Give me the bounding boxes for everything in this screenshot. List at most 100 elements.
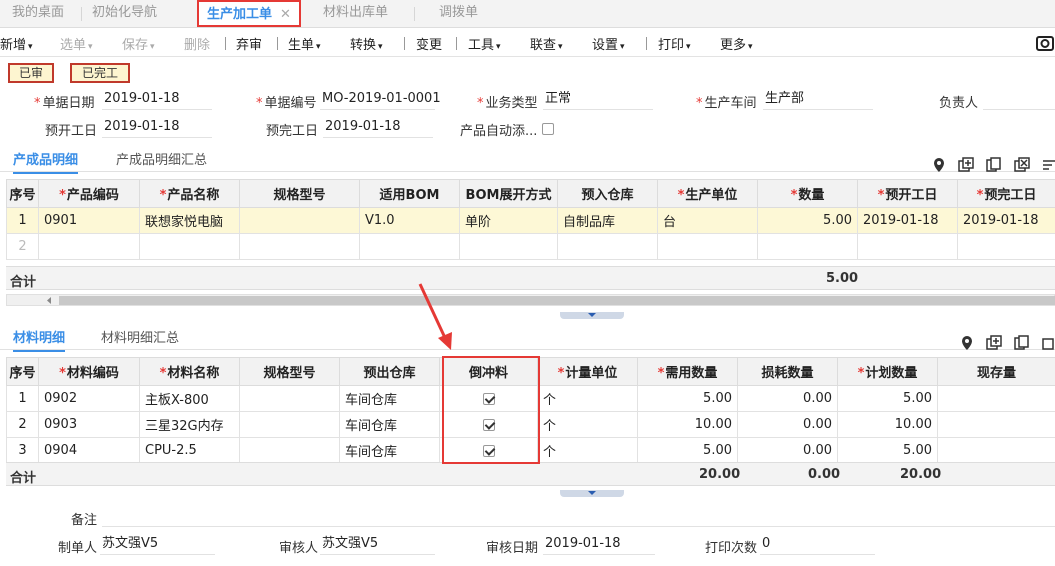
- table-row[interactable]: 1 0902 主板X-800 车间仓库 个 5.00 0.00 5.00: [6, 385, 1055, 412]
- remark-field[interactable]: [102, 507, 1055, 527]
- cell-plan[interactable]: 5.00: [837, 437, 938, 464]
- cell-plan[interactable]: 10.00: [837, 411, 938, 438]
- tab-material-outbound[interactable]: 材料出库单: [315, 0, 396, 27]
- cell-start[interactable]: 2019-01-18: [857, 207, 958, 234]
- location-icon[interactable]: [959, 335, 975, 351]
- cell-code[interactable]: 0902: [38, 385, 140, 412]
- cell-unit[interactable]: 个: [537, 385, 638, 412]
- location-icon[interactable]: [931, 157, 947, 173]
- cell-spec[interactable]: [239, 207, 360, 234]
- change-button[interactable]: 变更: [416, 34, 442, 53]
- settings-button[interactable]: 设置 ▾: [592, 34, 625, 53]
- cell-unit[interactable]: 台: [657, 207, 758, 234]
- table-row[interactable]: 2: [6, 233, 1055, 260]
- start-date-field[interactable]: 2019-01-18: [102, 118, 212, 138]
- tab-production-order[interactable]: 生产加工单 ✕: [197, 0, 301, 27]
- collapse-handle[interactable]: [560, 312, 624, 319]
- owner-field[interactable]: [983, 90, 1055, 110]
- cell-spec[interactable]: [239, 437, 340, 464]
- horizontal-scrollbar[interactable]: [6, 294, 1055, 306]
- backflush-checkbox[interactable]: [482, 392, 495, 405]
- cell-need[interactable]: 5.00: [637, 437, 738, 464]
- scrollbar-thumb[interactable]: [59, 296, 1055, 305]
- select-button[interactable]: 选单 ▾: [60, 34, 93, 53]
- cell-need[interactable]: 5.00: [637, 385, 738, 412]
- abandon-audit-button[interactable]: 弃审: [236, 34, 262, 53]
- cell-spec[interactable]: [239, 385, 340, 412]
- bill-no-field[interactable]: MO-2019-01-0001: [320, 90, 441, 110]
- add-row-icon[interactable]: [958, 157, 974, 173]
- cell-finish[interactable]: [957, 233, 1055, 260]
- cell-bom[interactable]: [359, 233, 460, 260]
- cell-name[interactable]: CPU-2.5: [139, 437, 240, 464]
- cell-name[interactable]: 联想家悦电脑: [139, 207, 240, 234]
- cell-spec[interactable]: [239, 233, 360, 260]
- biz-type-field[interactable]: 正常: [543, 90, 653, 110]
- copy-row-icon[interactable]: [1014, 335, 1030, 351]
- auto-add-checkbox[interactable]: [542, 122, 554, 135]
- cell-expand[interactable]: [459, 233, 558, 260]
- edit-icon[interactable]: [1042, 157, 1055, 173]
- cell-warehouse[interactable]: [557, 233, 658, 260]
- finish-date-field[interactable]: 2019-01-18: [323, 118, 433, 138]
- tab-material-summary[interactable]: 材料明细汇总: [101, 327, 179, 346]
- cell-name[interactable]: 主板X-800: [139, 385, 240, 412]
- query-button[interactable]: 联查 ▾: [530, 34, 563, 53]
- table-row[interactable]: 3 0904 CPU-2.5 车间仓库 个 5.00 0.00 5.00: [6, 437, 1055, 464]
- delete-row-icon[interactable]: [1014, 157, 1030, 173]
- cell-warehouse[interactable]: 车间仓库: [339, 385, 440, 412]
- cell-bom[interactable]: V1.0: [359, 207, 460, 234]
- workshop-field[interactable]: 生产部: [763, 90, 873, 110]
- generate-button[interactable]: 生单 ▾: [288, 34, 321, 53]
- tab-init-nav[interactable]: 初始化导航: [84, 0, 165, 27]
- cell-loss[interactable]: 0.00: [737, 411, 838, 438]
- cell-start[interactable]: [857, 233, 958, 260]
- tab-transfer[interactable]: 调拨单: [431, 0, 486, 27]
- cell-warehouse[interactable]: 自制品库: [557, 207, 658, 234]
- chevron-down-icon: ▾: [558, 42, 563, 52]
- cell-loss[interactable]: 0.00: [737, 437, 838, 464]
- add-row-icon[interactable]: [986, 335, 1002, 351]
- cell-unit[interactable]: 个: [537, 411, 638, 438]
- cell-finish[interactable]: 2019-01-18: [957, 207, 1055, 234]
- cell-expand[interactable]: 单阶: [459, 207, 558, 234]
- cell-spec[interactable]: [239, 411, 340, 438]
- cell-unit[interactable]: [657, 233, 758, 260]
- backflush-checkbox[interactable]: [482, 444, 495, 457]
- cell-plan[interactable]: 5.00: [837, 385, 938, 412]
- print-button[interactable]: 打印 ▾: [658, 34, 691, 53]
- tab-my-desktop[interactable]: 我的桌面: [4, 0, 72, 27]
- cell-code[interactable]: 0901: [38, 207, 140, 234]
- bill-date-field[interactable]: 2019-01-18: [102, 90, 212, 110]
- cell-unit[interactable]: 个: [537, 437, 638, 464]
- tools-button[interactable]: 工具 ▾: [468, 34, 501, 53]
- tab-product-summary[interactable]: 产成品明细汇总: [116, 149, 207, 168]
- scroll-left-icon[interactable]: [45, 296, 53, 305]
- cell-warehouse[interactable]: 车间仓库: [339, 437, 440, 464]
- cell-code[interactable]: [38, 233, 140, 260]
- copy-row-icon[interactable]: [986, 157, 1002, 173]
- cell-name[interactable]: [139, 233, 240, 260]
- backflush-checkbox[interactable]: [482, 418, 495, 431]
- new-button[interactable]: 新增 ▾: [0, 34, 33, 53]
- delete-button[interactable]: 删除: [184, 34, 210, 53]
- cell-code[interactable]: 0903: [38, 411, 140, 438]
- cell-qty[interactable]: 5.00: [757, 207, 858, 234]
- cell-need[interactable]: 10.00: [637, 411, 738, 438]
- table-row[interactable]: 2 0903 三星32G内存 车间仓库 个 10.00 0.00 10.00: [6, 411, 1055, 438]
- cell-warehouse[interactable]: 车间仓库: [339, 411, 440, 438]
- document-tab-bar: 我的桌面 初始化导航 生产加工单 ✕ 材料出库单 调拨单: [0, 0, 1055, 28]
- cell-code[interactable]: 0904: [38, 437, 140, 464]
- table-row[interactable]: 1 0901 联想家悦电脑 V1.0 单阶 自制品库 台 5.00 2019-0…: [6, 207, 1055, 234]
- delete-row-icon[interactable]: [1042, 335, 1055, 351]
- close-icon[interactable]: ✕: [280, 7, 291, 22]
- cell-name[interactable]: 三星32G内存: [139, 411, 240, 438]
- camera-icon[interactable]: [1036, 34, 1054, 52]
- save-button[interactable]: 保存 ▾: [122, 34, 155, 53]
- convert-button[interactable]: 转换 ▾: [350, 34, 383, 53]
- collapse-handle[interactable]: [560, 490, 624, 497]
- more-button[interactable]: 更多 ▾: [720, 34, 753, 53]
- column-header: *材料名称: [139, 357, 240, 386]
- cell-qty[interactable]: [757, 233, 858, 260]
- cell-loss[interactable]: 0.00: [737, 385, 838, 412]
